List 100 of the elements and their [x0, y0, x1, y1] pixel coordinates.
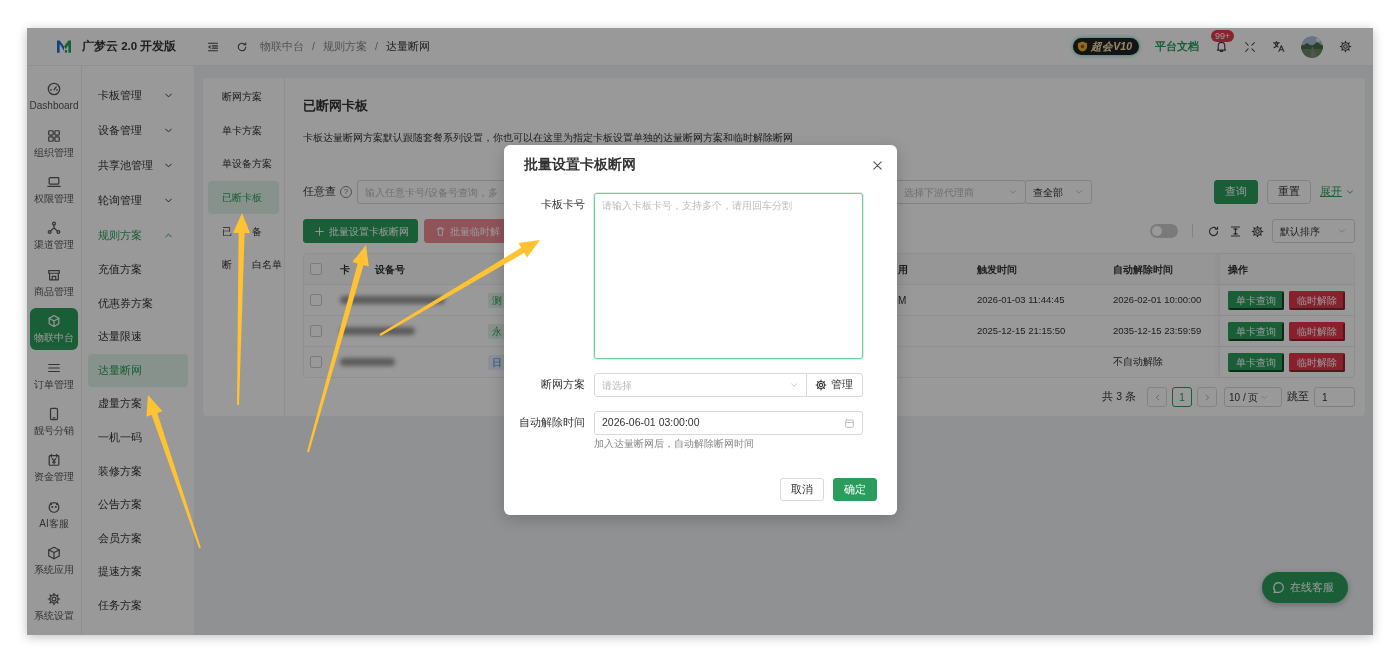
nav-rail-item[interactable]: 系统应用 [30, 537, 78, 585]
manage-button[interactable]: 管理 [806, 373, 863, 397]
submenu-item[interactable]: 规则方案 [82, 218, 194, 253]
breadcrumb-link[interactable]: 物联中台 [260, 39, 304, 54]
bell-icon[interactable] [1215, 40, 1228, 53]
nav-rail-label: Dashboard [29, 99, 79, 113]
nav-rail-item[interactable]: 权限管理 [30, 166, 78, 214]
reset-button[interactable]: 重置 [1267, 180, 1311, 204]
nav-rail-label: 物联中台 [34, 331, 74, 345]
batch-disconnect-button[interactable]: 批量设置卡板断网 [303, 219, 418, 243]
query-card-button[interactable]: 单卡查询 [1228, 321, 1284, 341]
jump-label: 跳至 [1287, 390, 1309, 404]
plus-icon [314, 225, 325, 237]
side-tab[interactable]: 单设备方案 [208, 147, 279, 181]
nav-rail-item[interactable]: 商品管理 [30, 259, 78, 306]
expand-link[interactable]: 展开 [1320, 185, 1355, 199]
release-button[interactable]: 临时解除 [1289, 290, 1345, 310]
column-header: 卡 [340, 262, 350, 276]
chat-button[interactable]: 在线客服 [1262, 572, 1348, 603]
nav-rail-item[interactable]: AI客服 [30, 491, 78, 538]
submenu-item[interactable]: 提速方案 [88, 555, 188, 589]
nav-rail-label: 权限管理 [34, 191, 74, 205]
translate-icon[interactable] [1272, 40, 1285, 53]
submenu-item[interactable]: 公告方案 [88, 488, 188, 522]
query-card-button[interactable]: 单卡查询 [1228, 352, 1284, 372]
submenu-item[interactable]: 会员方案 [88, 521, 188, 556]
page-size-select[interactable]: 10 / 页 [1224, 387, 1282, 407]
fullscreen-icon[interactable] [1244, 40, 1256, 53]
page-button[interactable]: 1 [1172, 387, 1192, 407]
app-name: 广梦云 2.0 开发版 [82, 39, 177, 54]
submenu-item[interactable]: 一机一码 [88, 420, 188, 455]
nav-rail-label: 靓号分销 [34, 423, 74, 437]
checkbox[interactable] [310, 325, 322, 337]
nav-rail-item[interactable]: 资金管理 [30, 445, 78, 492]
nav-rail-item[interactable]: 系统设置 [30, 584, 78, 631]
chat-bubble-icon [1272, 581, 1285, 594]
page-jump-field[interactable]: 1 [1314, 387, 1355, 407]
settings-icon[interactable] [1339, 40, 1352, 53]
chevron-down-icon [1337, 226, 1347, 236]
nav-rail-item[interactable]: 组织管理 [30, 120, 78, 167]
submenu-item[interactable]: 达量断网 [88, 353, 188, 388]
submenu-item[interactable]: 设备管理 [82, 113, 194, 148]
side-tab[interactable]: 已断卡板 [208, 180, 279, 215]
query-card-button[interactable]: 单卡查询 [1228, 290, 1284, 310]
breadcrumb-current: 达量断网 [385, 39, 430, 54]
nav-rail-item[interactable]: 订单管理 [30, 352, 78, 399]
blurred-text [340, 358, 395, 366]
date-field[interactable]: 2026-06-01 03:00:00 [594, 411, 863, 435]
column-header: 触发时间 [976, 262, 1018, 277]
submenu-item[interactable]: 共享池管理 [82, 148, 194, 183]
submenu-item[interactable]: 任务方案 [88, 588, 188, 623]
nav-rail-item[interactable]: 渠道管理 [30, 213, 78, 260]
release-button[interactable]: 临时解除 [1289, 321, 1345, 341]
breadcrumb-link[interactable]: 规则方案 [322, 39, 367, 54]
toggle-switch[interactable] [1150, 224, 1178, 238]
side-tab[interactable]: 单卡方案 [208, 113, 279, 148]
docs-link[interactable]: 平台文档 [1155, 39, 1199, 54]
filter-label: 任意查 [303, 185, 336, 199]
nav-rail-item[interactable]: 靓号分销 [30, 398, 78, 446]
row-height-icon[interactable] [1229, 224, 1242, 238]
field-label: 卡板卡号 [541, 198, 585, 210]
checkbox[interactable] [310, 294, 322, 306]
checkbox[interactable] [310, 263, 322, 275]
settings-icon [815, 379, 827, 391]
settings-icon[interactable] [1251, 224, 1264, 238]
store-icon [47, 267, 61, 282]
sort-select[interactable]: 默认排序 [1272, 219, 1355, 243]
side-tab[interactable]: 断网方案 [208, 80, 279, 114]
submenu-item[interactable]: 达量限速 [88, 320, 188, 354]
cube-icon [47, 314, 61, 329]
submenu-item[interactable]: 虚量方案 [88, 387, 188, 421]
refresh-icon[interactable] [236, 40, 248, 53]
cancel-button[interactable]: 取消 [780, 478, 824, 501]
submenu-item[interactable]: 充值方案 [88, 253, 188, 287]
chevron-down-icon [1008, 187, 1018, 197]
close-icon[interactable] [871, 158, 884, 172]
refresh-icon[interactable] [1207, 224, 1220, 238]
grid-icon [47, 128, 61, 143]
submenu-item[interactable]: 装修方案 [88, 454, 188, 489]
nodes-icon [47, 221, 61, 236]
query-button[interactable]: 查询 [1214, 180, 1258, 204]
release-button[interactable]: 临时解除 [1289, 352, 1345, 372]
page-description: 卡板达量断网方案默认跟随套餐系列设置，你也可以在这里为指定卡板设置单独的达量断网方案和临时解除断网 [303, 131, 794, 145]
nav-rail-item[interactable]: 物联中台 [30, 308, 78, 351]
checkbox[interactable] [310, 356, 322, 368]
submenu-item[interactable]: 轮询管理 [82, 183, 194, 218]
gauge-icon [47, 82, 61, 97]
scope-select[interactable]: 查全部 [1025, 180, 1092, 204]
submenu-label: 卡板管理 [98, 88, 142, 103]
menu-fold-icon[interactable] [207, 40, 219, 53]
nav-rail-label: AI客服 [39, 516, 69, 530]
vip-badge[interactable]: 超会V10 [1073, 37, 1139, 56]
nav-rail-label: 组织管理 [34, 145, 74, 159]
submenu-item[interactable]: 优惠券方案 [88, 286, 188, 321]
side-tab[interactable]: 已 备 [208, 214, 279, 248]
nav-rail-item[interactable]: Dashboard [30, 74, 78, 121]
confirm-button[interactable]: 确定 [833, 478, 877, 501]
submenu-item[interactable]: 卡板管理 [82, 78, 194, 113]
page-title: 已断网卡板 [303, 97, 369, 115]
table-cell-text: M [897, 293, 908, 308]
